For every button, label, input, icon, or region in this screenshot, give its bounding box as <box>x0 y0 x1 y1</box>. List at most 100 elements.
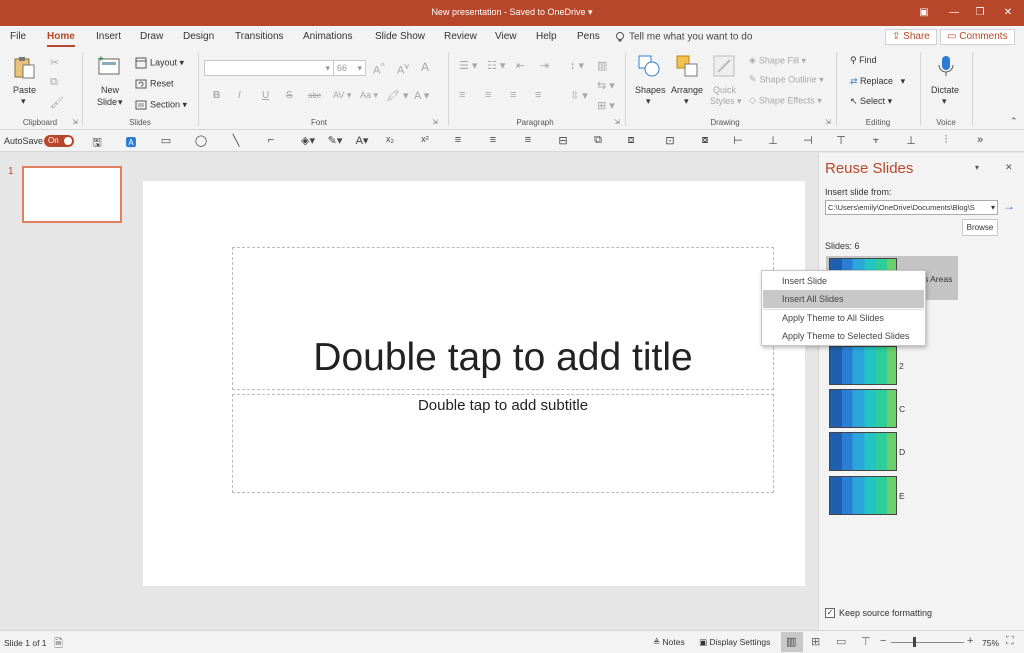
qat-align-top-icon[interactable]: ⊤ <box>833 134 849 147</box>
select-button[interactable]: ↖ Select ▾ <box>850 96 892 107</box>
bold-button[interactable]: B <box>213 90 220 101</box>
shapes-button[interactable]: Shapes <box>635 85 666 95</box>
comments-button[interactable]: ▭ Comments <box>940 29 1015 45</box>
strikethrough-button[interactable]: S <box>286 90 293 101</box>
close-button[interactable]: ✕ <box>998 5 1018 21</box>
paste-button[interactable]: Paste <box>13 85 36 95</box>
copy-icon[interactable]: ⧉ <box>50 76 58 89</box>
qat-send-backward-icon[interactable]: ⧈ <box>623 134 639 147</box>
font-name-input[interactable]: ▾ <box>204 60 334 76</box>
slide-canvas[interactable]: Double tap to add title Double tap to ad… <box>143 181 805 586</box>
change-case-button[interactable]: Aa ▾ <box>360 90 378 101</box>
share-button[interactable]: ⇪ Share <box>885 29 937 45</box>
smartart-icon[interactable]: ⊞ ▾ <box>597 99 615 112</box>
rectangle-icon[interactable]: ▭ <box>158 134 174 147</box>
reading-view-icon[interactable]: ▭ <box>836 635 846 648</box>
increase-font-size-icon[interactable]: A^ <box>373 61 385 77</box>
pane-options-icon[interactable]: ▾ <box>975 163 979 172</box>
qat-group-icon[interactable]: ⊡ <box>662 134 678 147</box>
quick-styles-icon[interactable] <box>712 54 736 78</box>
qat-align-left-icon[interactable]: ≡ <box>450 134 466 146</box>
cut-icon[interactable]: ✂ <box>50 56 59 69</box>
font-launcher-icon[interactable]: ⇲ <box>432 118 438 126</box>
arrange-icon[interactable] <box>675 54 699 78</box>
zoom-level[interactable]: 75% <box>982 638 999 648</box>
qat-align-objects-right-icon[interactable]: ⊣ <box>800 134 816 147</box>
restore-button[interactable]: ❐ <box>970 5 990 21</box>
menu-item-insert-slide[interactable]: Insert Slide <box>763 272 924 290</box>
align-text-icon[interactable]: ⇳ ▾ <box>570 89 588 102</box>
columns-icon[interactable]: ▥ <box>597 59 607 72</box>
shape-effects-button[interactable]: ◇ Shape Effects ▾ <box>749 95 822 107</box>
tab-transitions[interactable]: Transitions <box>235 31 284 42</box>
zoom-slider-track[interactable] <box>891 642 964 643</box>
tab-draw[interactable]: Draw <box>140 31 163 42</box>
menu-item-apply-theme-selected[interactable]: Apply Theme to Selected Slides <box>763 327 924 345</box>
qat-distribute-vertical-icon[interactable]: ⫶ <box>938 134 954 147</box>
text-shadow-button[interactable]: abc <box>308 91 321 100</box>
qat-align-objects-left-icon[interactable]: ⊢ <box>730 134 746 147</box>
italic-button[interactable]: I <box>238 90 241 101</box>
tab-home[interactable]: Home <box>47 31 75 47</box>
go-arrow-icon[interactable]: → <box>1003 199 1015 213</box>
shape-outline-button[interactable]: ✎ Shape Outline ▾ <box>749 74 824 86</box>
qat-align-center-icon[interactable]: ≡ <box>485 134 501 146</box>
font-name-dropdown-icon[interactable]: ▾ <box>325 63 330 74</box>
shapes-icon[interactable] <box>637 54 661 78</box>
qat-align-bottom-icon[interactable]: ⊥ <box>903 134 919 147</box>
tab-pens[interactable]: Pens <box>577 31 600 42</box>
display-settings-button[interactable]: ▣ Display Settings <box>699 637 770 648</box>
font-size-input[interactable]: 66 ▾ <box>333 60 366 76</box>
tab-insert[interactable]: Insert <box>96 31 121 42</box>
decrease-indent-icon[interactable]: ⇤ <box>516 59 525 72</box>
subtitle-placeholder[interactable]: Double tap to add subtitle <box>232 394 774 493</box>
tab-help[interactable]: Help <box>536 31 557 42</box>
reuse-slide-item[interactable]: E <box>819 476 1019 518</box>
title-placeholder[interactable]: Double tap to add title <box>232 247 774 390</box>
new-slide-label-1[interactable]: New <box>101 85 119 95</box>
zoom-in-button[interactable]: + <box>967 635 973 647</box>
paragraph-launcher-icon[interactable]: ⇲ <box>614 118 620 126</box>
highlight-color-icon[interactable]: 🖍 ▾ <box>386 89 409 102</box>
textbox-icon[interactable]: 🅰 <box>123 134 139 150</box>
replace-button[interactable]: ⇄ Replace ▾ <box>850 76 905 87</box>
window-title[interactable]: New presentation - Saved to OneDrive ▾ <box>0 7 1024 18</box>
zoom-slider-thumb[interactable] <box>912 637 916 647</box>
qat-more-icon[interactable]: » <box>972 134 988 146</box>
collapse-ribbon-icon[interactable]: ⌃ <box>1010 116 1018 127</box>
ribbon-display-options-icon[interactable]: ▣ <box>914 5 934 21</box>
shapes-dropdown-icon[interactable]: ▾ <box>646 96 651 107</box>
qat-distribute-icon[interactable]: ⊟ <box>555 134 571 147</box>
clear-formatting-icon[interactable]: A <box>421 60 429 74</box>
tab-slide-show[interactable]: Slide Show <box>375 31 425 42</box>
font-color-icon[interactable]: A ▾ <box>414 89 429 102</box>
zoom-out-button[interactable]: − <box>880 635 886 647</box>
spelling-check-icon[interactable]: 🗎 <box>54 635 63 653</box>
path-dropdown-icon[interactable]: ▾ <box>990 201 995 214</box>
tab-view[interactable]: View <box>495 31 517 42</box>
tab-review[interactable]: Review <box>444 31 477 42</box>
menu-item-insert-all-slides[interactable]: Insert All Slides <box>763 290 924 308</box>
qat-align-objects-center-icon[interactable]: ⊥ <box>765 134 781 147</box>
insert-from-path-input[interactable]: C:\Users\emily\OneDrive\Documents\Blog\S… <box>825 200 998 215</box>
decrease-font-size-icon[interactable]: Av <box>397 61 409 77</box>
line-icon[interactable]: ╲ <box>228 134 244 147</box>
qat-shape-outline-icon[interactable]: ✎▾ <box>323 134 347 147</box>
qat-align-middle-icon[interactable]: ⫟ <box>868 134 884 147</box>
fit-to-window-icon[interactable]: ⛶ <box>1006 635 1014 648</box>
replace-dropdown-icon[interactable]: ▾ <box>901 76 906 86</box>
tell-me-box[interactable]: Tell me what you want to do <box>614 31 752 43</box>
clipboard-launcher-icon[interactable]: ⇲ <box>72 118 78 126</box>
pane-close-icon[interactable]: ✕ <box>1005 162 1013 173</box>
qat-ungroup-icon[interactable]: ⧇ <box>697 134 713 147</box>
underline-button[interactable]: U <box>262 90 269 101</box>
paste-dropdown-icon[interactable]: ▾ <box>21 96 26 107</box>
format-painter-icon[interactable]: 🖌 <box>50 96 64 109</box>
new-slide-icon[interactable]: + <box>97 54 121 78</box>
align-center-icon[interactable]: ≡ <box>485 89 491 101</box>
new-slide-dropdown-icon[interactable]: ▾ <box>118 97 123 108</box>
section-button[interactable]: Section ▾ <box>135 99 187 111</box>
reset-button[interactable]: Reset <box>135 78 174 90</box>
microphone-icon[interactable] <box>934 54 958 78</box>
justify-icon[interactable]: ≡ <box>535 89 541 101</box>
